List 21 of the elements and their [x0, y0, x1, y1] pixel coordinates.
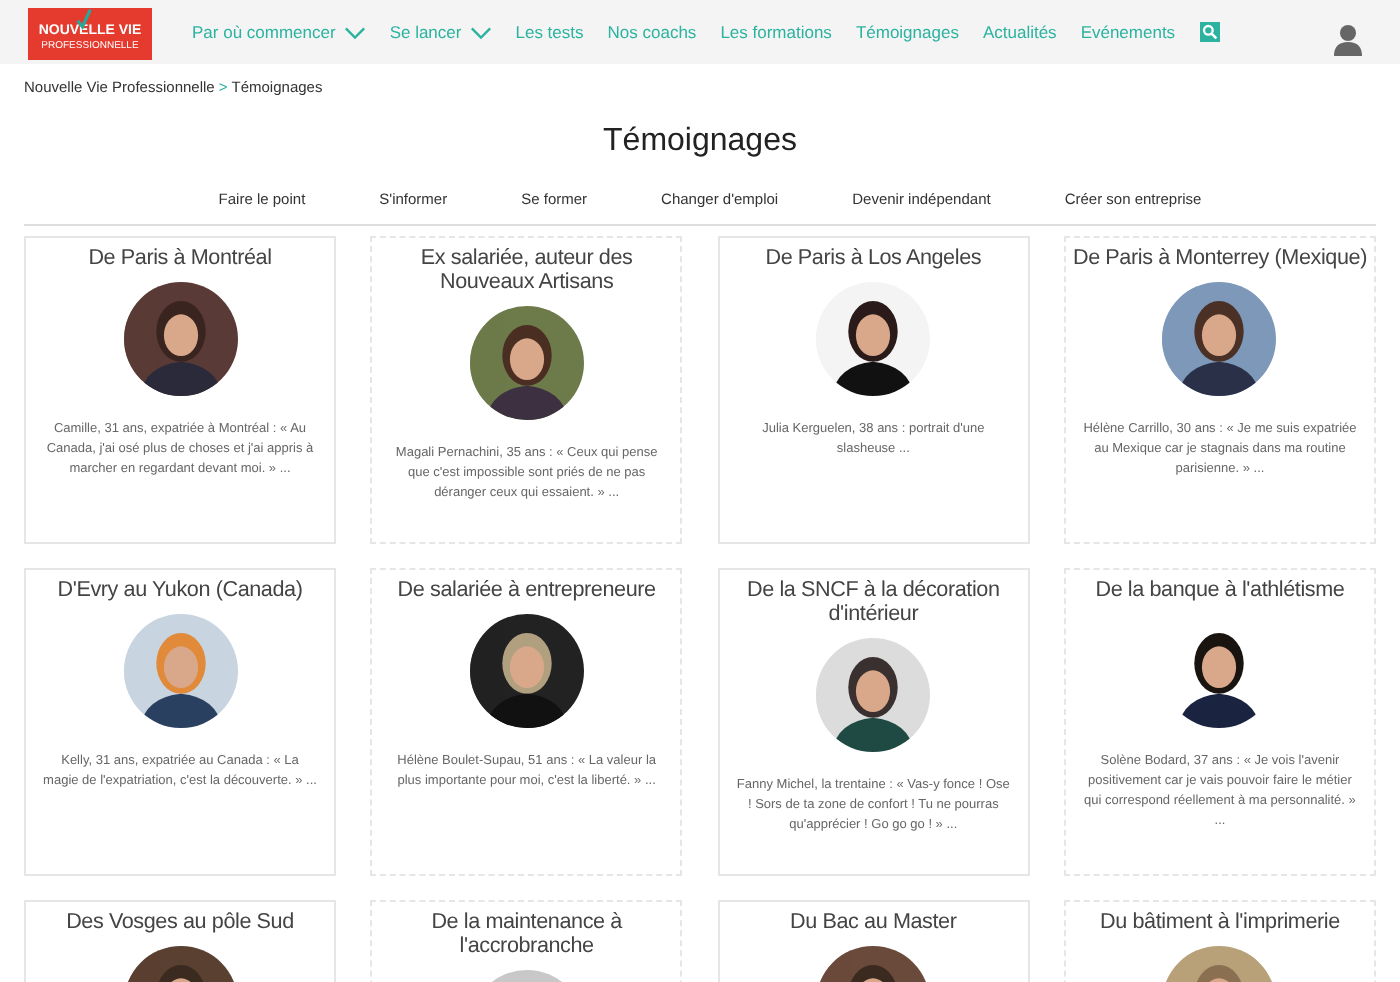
- card-title: D'Evry au Yukon (Canada): [57, 578, 303, 602]
- card-title: De la banque à l'athlétisme: [1095, 578, 1345, 602]
- testimonial-card[interactable]: De la maintenance à l'accrobranche: [370, 900, 683, 982]
- testimonial-card[interactable]: Du Bac au Master: [717, 900, 1030, 982]
- card-title: De Paris à Los Angeles: [765, 246, 982, 270]
- card-title: De la SNCF à la décoration d'intérieur: [745, 578, 1002, 626]
- testimonial-card[interactable]: Du bâtiment à l'imprimerie: [1063, 900, 1376, 982]
- card-title: De salariée à entrepreneure: [397, 578, 656, 602]
- card-title: De la maintenance à l'accrobranche: [429, 910, 625, 958]
- card-title: De Paris à Monterrey (Mexique): [1072, 246, 1367, 270]
- card-title: Du Bac au Master: [790, 910, 957, 934]
- caret-icon[interactable]: [469, 25, 492, 39]
- search-icon[interactable]: [1199, 22, 1220, 42]
- testimonial-card[interactable]: Des Vosges au pôle Sud: [24, 900, 336, 982]
- caret-icon[interactable]: [343, 25, 366, 39]
- page-title: Témoignages: [601, 122, 799, 162]
- card-title: Du bâtiment à l'imprimerie: [1100, 910, 1340, 934]
- user-icon[interactable]: [1334, 24, 1362, 56]
- card-title: Des Vosges au pôle Sud: [66, 910, 294, 934]
- card-title: De Paris à Montréal: [88, 246, 272, 270]
- card-title: Ex salariée, auteur des Nouveaux Artisans: [418, 246, 635, 294]
